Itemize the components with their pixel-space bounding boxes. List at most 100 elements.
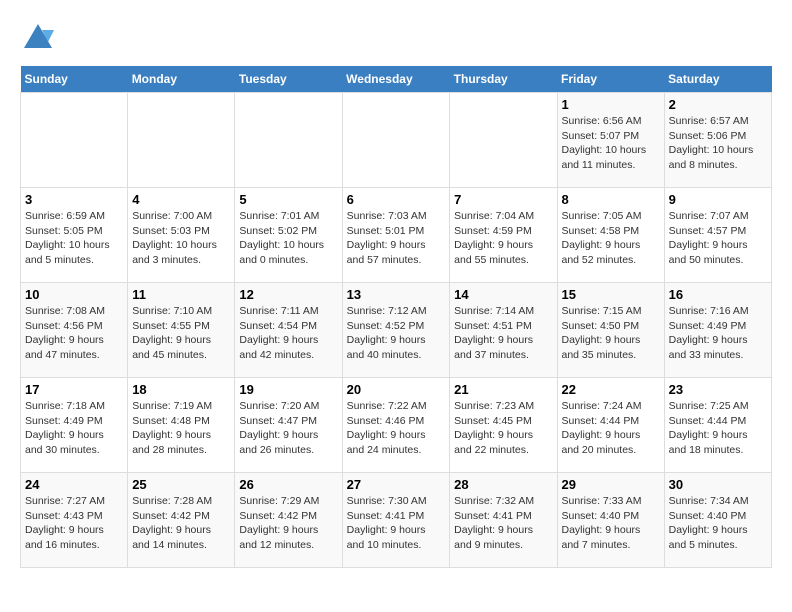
weekday-header-tuesday: Tuesday [235,66,342,93]
day-info: Sunrise: 7:27 AM Sunset: 4:43 PM Dayligh… [25,494,123,553]
calendar-cell [450,93,557,188]
calendar-cell: 5Sunrise: 7:01 AM Sunset: 5:02 PM Daylig… [235,188,342,283]
day-number: 3 [25,192,123,207]
calendar-week-row: 3 Sunrise: 6:59 AM Sunset: 5:05 PM Daylig… [21,188,772,283]
page-header [20,20,772,56]
day-info: Sunrise: 7:05 AM Sunset: 4:58 PM Dayligh… [562,209,660,268]
day-number: 10 [25,287,123,302]
day-info: Sunrise: 7:07 AM Sunset: 4:57 PM Dayligh… [669,209,767,268]
logo [20,20,62,56]
calendar-cell: 21 Sunrise: 7:23 AM Sunset: 4:45 PM Dayli… [450,378,557,473]
day-info: Sunrise: 7:08 AM Sunset: 4:56 PM Dayligh… [25,304,123,363]
calendar-week-row: 24 Sunrise: 7:27 AM Sunset: 4:43 PM Dayli… [21,473,772,568]
day-info: Sunrise: 7:04 AM Sunset: 4:59 PM Dayligh… [454,209,552,268]
calendar-cell: 14 Sunrise: 7:14 AM Sunset: 4:51 PM Dayli… [450,283,557,378]
day-info: Sunrise: 7:24 AM Sunset: 4:44 PM Dayligh… [562,399,660,458]
calendar-cell: 22 Sunrise: 7:24 AM Sunset: 4:44 PM Dayli… [557,378,664,473]
calendar-cell: 16 Sunrise: 7:16 AM Sunset: 4:49 PM Dayli… [664,283,771,378]
day-info: Sunrise: 6:59 AM Sunset: 5:05 PM Dayligh… [25,209,123,268]
calendar-cell: 28Sunrise: 7:32 AM Sunset: 4:41 PM Dayli… [450,473,557,568]
day-number: 2 [669,97,767,112]
calendar-cell: 18 Sunrise: 7:19 AM Sunset: 4:48 PM Dayli… [128,378,235,473]
weekday-header-sunday: Sunday [21,66,128,93]
calendar-cell: 6 Sunrise: 7:03 AM Sunset: 5:01 PM Daylig… [342,188,450,283]
day-info: Sunrise: 6:56 AM Sunset: 5:07 PM Dayligh… [562,114,660,173]
day-number: 8 [562,192,660,207]
day-number: 18 [132,382,230,397]
calendar-cell: 25 Sunrise: 7:28 AM Sunset: 4:42 PM Dayli… [128,473,235,568]
calendar-week-row: 1Sunrise: 6:56 AM Sunset: 5:07 PM Daylig… [21,93,772,188]
day-number: 20 [347,382,446,397]
day-number: 24 [25,477,123,492]
calendar-cell: 17 Sunrise: 7:18 AM Sunset: 4:49 PM Dayli… [21,378,128,473]
day-number: 16 [669,287,767,302]
weekday-header-monday: Monday [128,66,235,93]
day-info: Sunrise: 7:11 AM Sunset: 4:54 PM Dayligh… [239,304,337,363]
day-number: 9 [669,192,767,207]
day-number: 11 [132,287,230,302]
calendar-cell: 29 Sunrise: 7:33 AM Sunset: 4:40 PM Dayli… [557,473,664,568]
day-number: 26 [239,477,337,492]
day-info: Sunrise: 7:01 AM Sunset: 5:02 PM Dayligh… [239,209,337,268]
calendar-cell [128,93,235,188]
day-info: Sunrise: 7:29 AM Sunset: 4:42 PM Dayligh… [239,494,337,553]
day-number: 4 [132,192,230,207]
day-info: Sunrise: 7:32 AM Sunset: 4:41 PM Dayligh… [454,494,552,553]
weekday-header-row: SundayMondayTuesdayWednesdayThursdayFrid… [21,66,772,93]
day-number: 21 [454,382,552,397]
calendar-cell: 13 Sunrise: 7:12 AM Sunset: 4:52 PM Dayli… [342,283,450,378]
calendar-cell [235,93,342,188]
day-info: Sunrise: 7:25 AM Sunset: 4:44 PM Dayligh… [669,399,767,458]
calendar-cell: 1Sunrise: 6:56 AM Sunset: 5:07 PM Daylig… [557,93,664,188]
day-number: 7 [454,192,552,207]
calendar-cell: 26 Sunrise: 7:29 AM Sunset: 4:42 PM Dayli… [235,473,342,568]
weekday-header-friday: Friday [557,66,664,93]
calendar-cell: 30 Sunrise: 7:34 AM Sunset: 4:40 PM Dayli… [664,473,771,568]
day-number: 14 [454,287,552,302]
calendar-table: SundayMondayTuesdayWednesdayThursdayFrid… [20,66,772,568]
day-info: Sunrise: 7:10 AM Sunset: 4:55 PM Dayligh… [132,304,230,363]
day-info: Sunrise: 7:22 AM Sunset: 4:46 PM Dayligh… [347,399,446,458]
day-info: Sunrise: 7:18 AM Sunset: 4:49 PM Dayligh… [25,399,123,458]
day-number: 17 [25,382,123,397]
calendar-cell: 24 Sunrise: 7:27 AM Sunset: 4:43 PM Dayli… [21,473,128,568]
day-number: 22 [562,382,660,397]
weekday-header-saturday: Saturday [664,66,771,93]
day-number: 15 [562,287,660,302]
calendar-cell: 27 Sunrise: 7:30 AM Sunset: 4:41 PM Dayli… [342,473,450,568]
day-number: 19 [239,382,337,397]
day-info: Sunrise: 7:14 AM Sunset: 4:51 PM Dayligh… [454,304,552,363]
day-number: 25 [132,477,230,492]
calendar-cell: 11 Sunrise: 7:10 AM Sunset: 4:55 PM Dayli… [128,283,235,378]
calendar-cell: 15Sunrise: 7:15 AM Sunset: 4:50 PM Dayli… [557,283,664,378]
day-number: 6 [347,192,446,207]
calendar-cell: 7 Sunrise: 7:04 AM Sunset: 4:59 PM Daylig… [450,188,557,283]
calendar-cell: 19 Sunrise: 7:20 AM Sunset: 4:47 PM Dayli… [235,378,342,473]
day-number: 29 [562,477,660,492]
calendar-cell: 2Sunrise: 6:57 AM Sunset: 5:06 PM Daylig… [664,93,771,188]
day-info: Sunrise: 7:03 AM Sunset: 5:01 PM Dayligh… [347,209,446,268]
day-number: 30 [669,477,767,492]
day-number: 27 [347,477,446,492]
calendar-cell: 20 Sunrise: 7:22 AM Sunset: 4:46 PM Dayli… [342,378,450,473]
day-info: Sunrise: 7:28 AM Sunset: 4:42 PM Dayligh… [132,494,230,553]
weekday-header-wednesday: Wednesday [342,66,450,93]
day-info: Sunrise: 7:20 AM Sunset: 4:47 PM Dayligh… [239,399,337,458]
day-number: 12 [239,287,337,302]
weekday-header-thursday: Thursday [450,66,557,93]
day-number: 13 [347,287,446,302]
calendar-cell [342,93,450,188]
day-info: Sunrise: 7:16 AM Sunset: 4:49 PM Dayligh… [669,304,767,363]
day-info: Sunrise: 7:12 AM Sunset: 4:52 PM Dayligh… [347,304,446,363]
calendar-cell: 23 Sunrise: 7:25 AM Sunset: 4:44 PM Dayli… [664,378,771,473]
calendar-cell: 3 Sunrise: 6:59 AM Sunset: 5:05 PM Daylig… [21,188,128,283]
calendar-cell: 12 Sunrise: 7:11 AM Sunset: 4:54 PM Dayli… [235,283,342,378]
calendar-week-row: 17 Sunrise: 7:18 AM Sunset: 4:49 PM Dayli… [21,378,772,473]
day-info: Sunrise: 7:19 AM Sunset: 4:48 PM Dayligh… [132,399,230,458]
day-number: 23 [669,382,767,397]
calendar-cell [21,93,128,188]
day-info: Sunrise: 7:34 AM Sunset: 4:40 PM Dayligh… [669,494,767,553]
day-info: Sunrise: 7:33 AM Sunset: 4:40 PM Dayligh… [562,494,660,553]
day-info: Sunrise: 7:23 AM Sunset: 4:45 PM Dayligh… [454,399,552,458]
day-info: Sunrise: 7:30 AM Sunset: 4:41 PM Dayligh… [347,494,446,553]
